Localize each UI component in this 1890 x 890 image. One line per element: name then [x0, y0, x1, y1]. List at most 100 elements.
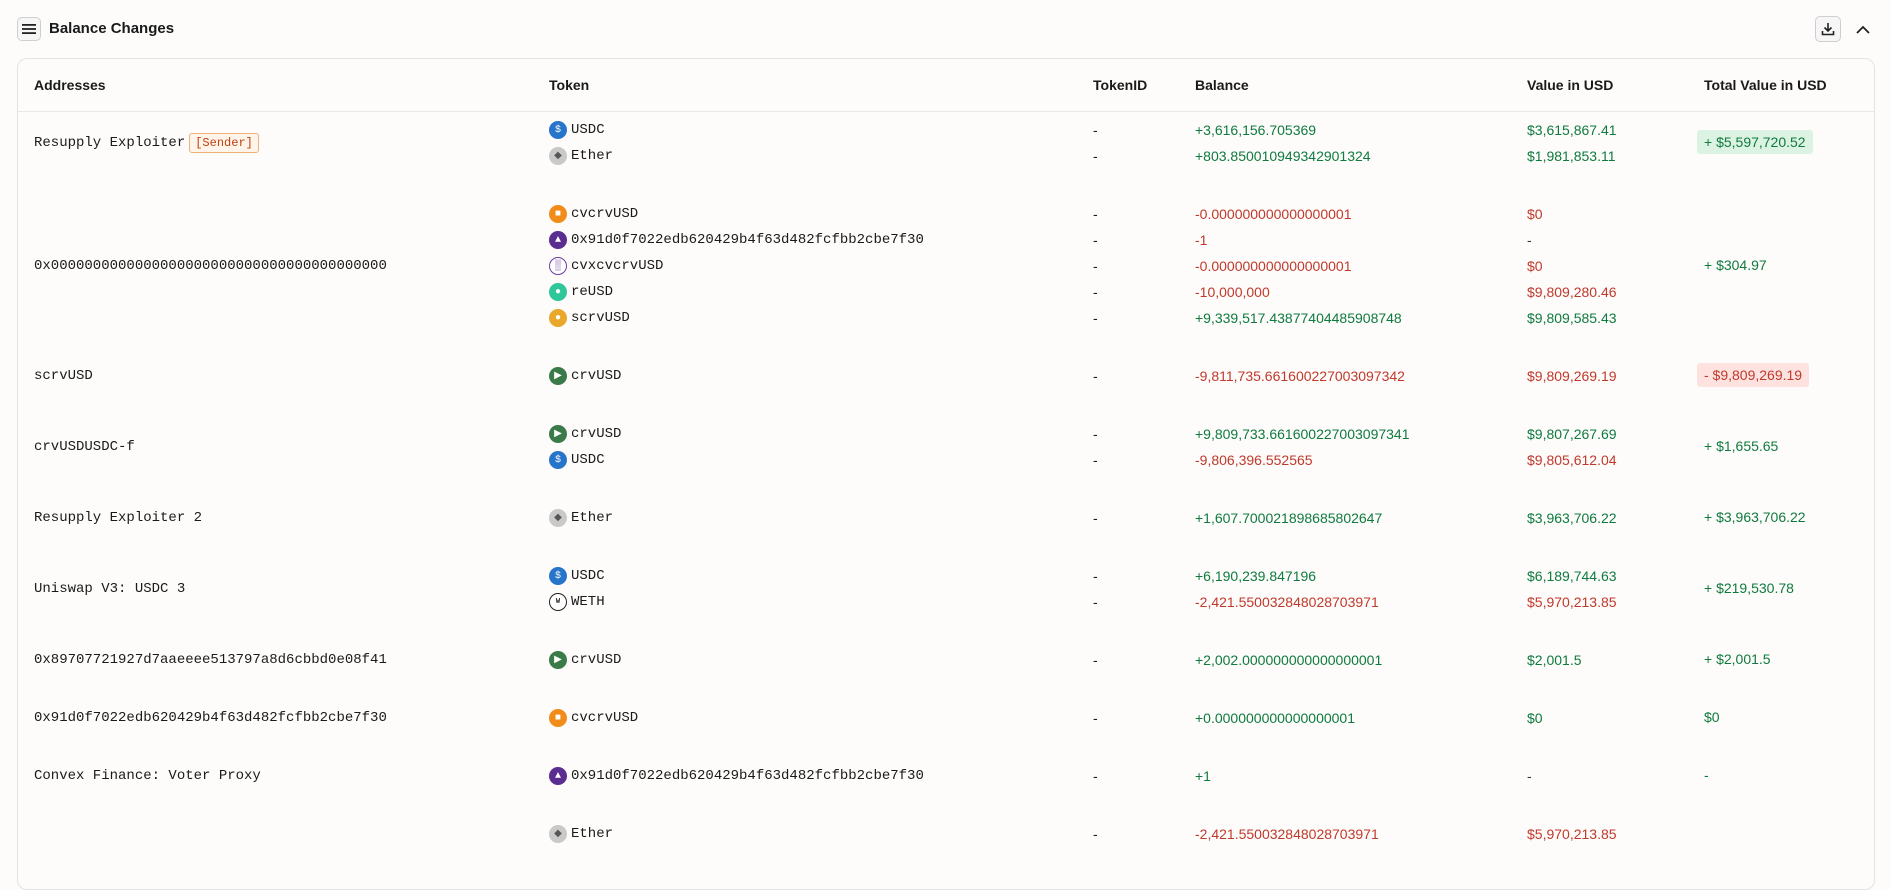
cvcrvusd-icon: ■: [549, 205, 567, 223]
token-name[interactable]: crvUSD: [571, 652, 621, 668]
token-name[interactable]: Ether: [571, 148, 613, 164]
total-value: + $2,001.5: [1704, 651, 1771, 667]
token-cell[interactable]: ■ cvcrvUSD: [549, 205, 638, 223]
token-name[interactable]: crvUSD: [571, 426, 621, 442]
token-cell[interactable]: $ USDC: [549, 567, 605, 585]
chevron-up-icon: [1856, 25, 1870, 34]
token-line: ◆ Ether - +1,607.700021898685802647 $3,963,7…: [18, 505, 1874, 531]
token-cell[interactable]: ▲ 0x91d0f7022edb620429b4f63d482fcfbb2cbe7…: [549, 767, 924, 785]
token-name[interactable]: cvcrvUSD: [571, 710, 638, 726]
token-cell[interactable]: ◆ Ether: [549, 147, 613, 165]
usd-value: $2,001.5: [1527, 652, 1582, 668]
token-cell[interactable]: ▲ 0x91d0f7022edb620429b4f63d482fcfbb2cbe7…: [549, 231, 924, 249]
token-cell[interactable]: $ USDC: [549, 451, 605, 469]
balance-value: +9,339,517.43877404485908748: [1195, 310, 1402, 326]
token-line: ▲ 0x91d0f7022edb620429b4f63d482fcfbb2cbe7…: [18, 227, 1874, 253]
token-line: ● scrvUSD - +9,339,517.43877404485908748 $9,…: [18, 305, 1874, 331]
token-name[interactable]: cvcrvUSD: [571, 206, 638, 222]
usdc-icon: $: [549, 567, 567, 585]
usd-value: $5,970,213.85: [1527, 594, 1617, 610]
token-name[interactable]: USDC: [571, 122, 605, 138]
token-line: ■ cvcrvUSD - -0.000000000000000001 $0: [18, 201, 1874, 227]
download-icon: [1821, 23, 1835, 36]
token-name[interactable]: scrvUSD: [571, 310, 630, 326]
token-name[interactable]: WETH: [571, 594, 605, 610]
usd-value: $6,189,744.63: [1527, 568, 1617, 584]
table-row: scrvUSD ▶ crvUSD - -9,811,735.66160022700309…: [18, 363, 1874, 389]
token-line: ▶ crvUSD - -9,811,735.661600227003097342 $9,…: [18, 363, 1874, 389]
token-id: -: [1093, 452, 1098, 468]
crvusd-icon: ▶: [549, 651, 567, 669]
usd-value: $9,805,612.04: [1527, 452, 1617, 468]
menu-button[interactable]: [17, 17, 41, 41]
balance-value: -0.000000000000000001: [1195, 206, 1352, 222]
token-cell[interactable]: ■ cvcrvUSD: [549, 709, 638, 727]
cvxcvcrvusd-icon: ▒: [549, 257, 567, 275]
token-id: -: [1093, 652, 1098, 668]
token-line: $ USDC - +6,190,239.847196 $6,189,744.63: [18, 563, 1874, 589]
token-cell[interactable]: $ USDC: [549, 121, 605, 139]
token-name[interactable]: Ether: [571, 826, 613, 842]
token-cell[interactable]: ◆ Ether: [549, 509, 613, 527]
download-button[interactable]: [1815, 16, 1841, 42]
token-contract-icon: ▲: [549, 767, 567, 785]
ether-icon: ◆: [549, 825, 567, 843]
token-id: -: [1093, 368, 1098, 384]
table-row: 0x00000000000000000000000000000000000000…: [18, 201, 1874, 331]
usd-value: $9,809,269.19: [1527, 368, 1617, 384]
token-cell[interactable]: ▶ crvUSD: [549, 425, 621, 443]
token-cell[interactable]: ● scrvUSD: [549, 309, 630, 327]
crvusd-icon: ▶: [549, 367, 567, 385]
token-id: -: [1093, 258, 1098, 274]
token-line: ◆ Ether - +803.850010949342901324 $1,981,853…: [18, 143, 1874, 169]
usd-value: $9,807,267.69: [1527, 426, 1617, 442]
usd-value: $0: [1527, 258, 1543, 274]
col-token: Token: [549, 77, 590, 93]
usd-value: -: [1527, 768, 1532, 784]
token-name[interactable]: cvxcvcrvUSD: [571, 258, 663, 274]
balance-value: -2,421.550032848028703971: [1195, 594, 1379, 610]
collapse-button[interactable]: [1852, 18, 1874, 40]
token-line: ▶ crvUSD - +9,809,733.661600227003097341 $9,…: [18, 421, 1874, 447]
token-id: -: [1093, 710, 1098, 726]
table-row: 0x91d0f7022edb620429b4f63d482fcfbb2cbe7f…: [18, 705, 1874, 731]
total-value: $0: [1704, 709, 1720, 725]
token-line: $ USDC - +3,616,156.705369 $3,615,867.41: [18, 117, 1874, 143]
table-row: Uniswap V3: USDC 3 $ USDC - +6,190,239.84719…: [18, 563, 1874, 615]
token-cell[interactable]: ▶ crvUSD: [549, 651, 621, 669]
balance-value: -1: [1195, 232, 1208, 248]
token-name[interactable]: Ether: [571, 510, 613, 526]
token-name[interactable]: 0x91d0f7022edb620429b4f63d482fcfbb2cbe7f…: [571, 232, 924, 248]
balance-value: -0.000000000000000001: [1195, 258, 1352, 274]
token-name[interactable]: reUSD: [571, 284, 613, 300]
token-name[interactable]: crvUSD: [571, 368, 621, 384]
table-row: 0x89707721927d7aaeeee513797a8d6cbbd0e08f…: [18, 647, 1874, 673]
token-id: -: [1093, 206, 1098, 222]
token-cell[interactable]: ◆ Ether: [549, 825, 613, 843]
balance-value: +0.000000000000000001: [1195, 710, 1356, 726]
balance-value: +1,607.700021898685802647: [1195, 510, 1383, 526]
token-cell[interactable]: W WETH: [549, 593, 605, 611]
token-cell[interactable]: ▶ crvUSD: [549, 367, 621, 385]
token-line: ● reUSD - -10,000,000 $9,809,280.46: [18, 279, 1874, 305]
total-value: + $3,963,706.22: [1704, 509, 1806, 525]
token-name[interactable]: USDC: [571, 452, 605, 468]
token-line: $ USDC - -9,806,396.552565 $9,805,612.04: [18, 447, 1874, 473]
usd-value: $5,970,213.85: [1527, 826, 1617, 842]
balance-value: +803.850010949342901324: [1195, 148, 1371, 164]
token-id: -: [1093, 232, 1098, 248]
token-name[interactable]: 0x91d0f7022edb620429b4f63d482fcfbb2cbe7f…: [571, 768, 924, 784]
col-value-usd: Value in USD: [1527, 77, 1614, 93]
token-id: -: [1093, 768, 1098, 784]
token-line: ▶ crvUSD - +2,002.000000000000000001 $2,001.…: [18, 647, 1874, 673]
balance-value: +3,616,156.705369: [1195, 122, 1317, 138]
token-cell[interactable]: ● reUSD: [549, 283, 613, 301]
token-name[interactable]: USDC: [571, 568, 605, 584]
usd-value: $9,809,585.43: [1527, 310, 1617, 326]
token-contract-icon: ▲: [549, 231, 567, 249]
token-cell[interactable]: ▒ cvxcvcrvUSD: [549, 257, 663, 275]
token-line: W WETH - -2,421.550032848028703971 $5,970,21…: [18, 589, 1874, 615]
usd-value: $9,809,280.46: [1527, 284, 1617, 300]
weth-icon: W: [549, 593, 567, 611]
token-id: -: [1093, 310, 1098, 326]
